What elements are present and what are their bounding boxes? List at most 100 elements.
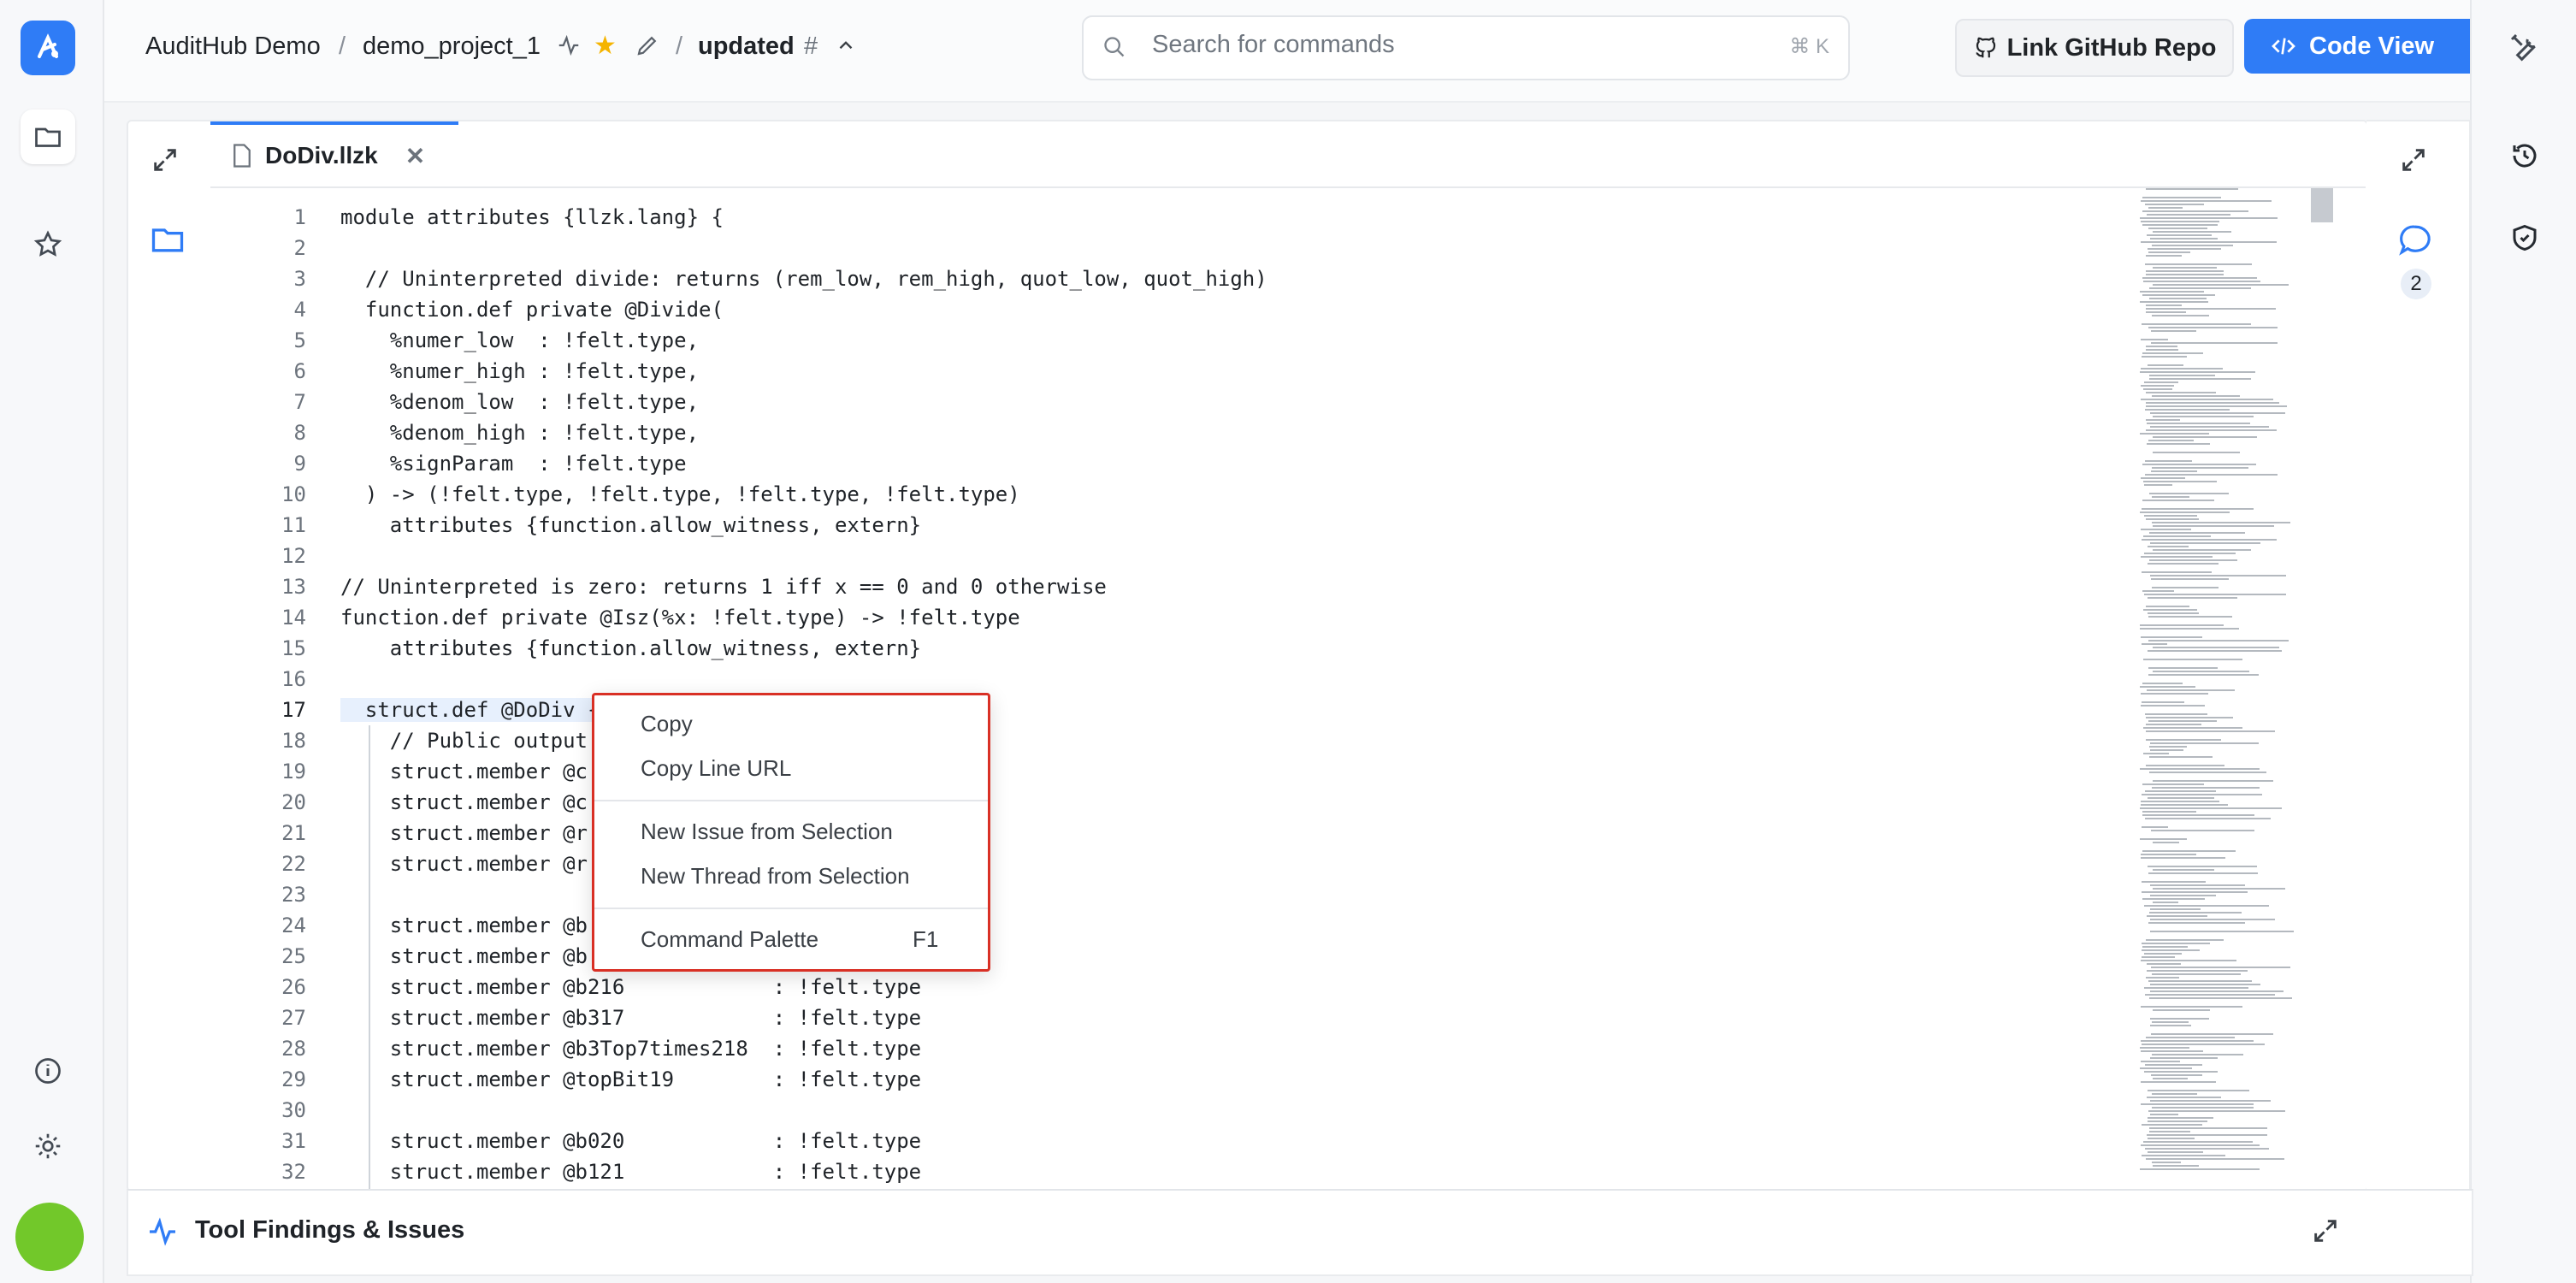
minimap-line bbox=[2145, 263, 2252, 265]
minimap-line bbox=[2141, 705, 2205, 707]
code-line[interactable]: 26 struct.member @b216 : !felt.type bbox=[210, 972, 921, 1002]
code-line[interactable]: 31 struct.member @b020 : !felt.type bbox=[210, 1126, 921, 1156]
minimap-line bbox=[2146, 346, 2177, 347]
minimap-line bbox=[2142, 352, 2203, 354]
minimap-line bbox=[2141, 693, 2208, 695]
command-search[interactable]: Search for commands ⌘ K bbox=[1082, 15, 1850, 80]
minimap-line bbox=[2151, 830, 2254, 831]
code-line[interactable]: 23 bbox=[210, 879, 340, 910]
minimap-line bbox=[2153, 888, 2285, 890]
code-line[interactable]: 28 struct.member @b3Top7times218 : !felt… bbox=[210, 1033, 921, 1064]
code-line[interactable]: 25 struct.member @b bbox=[210, 941, 588, 972]
minimap-scrollbar[interactable] bbox=[2311, 188, 2333, 222]
minimap-line bbox=[2144, 484, 2172, 486]
minimap-line bbox=[2142, 323, 2251, 325]
minimap-line bbox=[2146, 188, 2238, 190]
minimap-line bbox=[2147, 915, 2207, 917]
minimap-line bbox=[2153, 267, 2217, 269]
minimap-line bbox=[2140, 371, 2255, 373]
line-number: 4 bbox=[293, 298, 306, 322]
code-text: function.def private @Isz(%x: !felt.type… bbox=[340, 606, 1020, 630]
menu-new-issue[interactable]: New Issue from Selection bbox=[641, 819, 893, 845]
line-number: 9 bbox=[293, 452, 306, 476]
minimap-line bbox=[2152, 496, 2189, 498]
fullscreen-icon[interactable] bbox=[2399, 145, 2428, 179]
code-line[interactable]: 29 struct.member @topBit19 : !felt.type bbox=[210, 1064, 921, 1095]
code-line[interactable]: 15 attributes {function.allow_witness, e… bbox=[210, 633, 921, 664]
user-avatar[interactable] bbox=[15, 1203, 84, 1271]
code-line[interactable]: 4 function.def private @Divide( bbox=[210, 294, 724, 325]
code-line[interactable]: 3 // Uninterpreted divide: returns (rem_… bbox=[210, 263, 1267, 294]
info-icon[interactable] bbox=[21, 1044, 75, 1098]
history-icon[interactable] bbox=[2509, 140, 2540, 175]
settings-icon[interactable] bbox=[21, 1119, 75, 1174]
line-number: 28 bbox=[281, 1037, 306, 1061]
code-line[interactable]: 18 // Public output bbox=[210, 725, 588, 756]
menu-copy[interactable]: Copy bbox=[641, 711, 693, 737]
expand-icon[interactable] bbox=[151, 145, 180, 179]
breadcrumb-separator: / bbox=[339, 33, 346, 60]
favorites-nav-icon[interactable] bbox=[21, 217, 75, 272]
menu-command-palette[interactable]: Command Palette bbox=[641, 926, 818, 953]
star-icon[interactable]: ★ bbox=[594, 31, 617, 61]
code-line[interactable]: 8 %denom_high : !felt.type, bbox=[210, 417, 699, 448]
menu-new-thread[interactable]: New Thread from Selection bbox=[641, 863, 910, 890]
menu-copy-line-url[interactable]: Copy Line URL bbox=[641, 755, 791, 782]
minimap-line bbox=[2140, 1047, 2189, 1049]
line-number: 21 bbox=[281, 821, 306, 845]
minimap-line bbox=[2146, 405, 2287, 407]
code-line[interactable]: 7 %denom_low : !felt.type, bbox=[210, 387, 699, 417]
breadcrumb-project[interactable]: AuditHub Demo bbox=[145, 29, 321, 63]
code-line[interactable]: 24 struct.member @b bbox=[210, 910, 588, 941]
expand-findings-icon[interactable] bbox=[2311, 1216, 2340, 1245]
folder-icon[interactable] bbox=[149, 221, 186, 263]
close-tab-icon[interactable]: ✕ bbox=[405, 142, 425, 170]
minimap[interactable] bbox=[2136, 185, 2333, 1185]
code-line[interactable]: 10 ) -> (!felt.type, !felt.type, !felt.t… bbox=[210, 479, 1020, 510]
minimap-line bbox=[2149, 772, 2266, 773]
edit-icon[interactable] bbox=[635, 33, 660, 62]
line-number: 14 bbox=[281, 606, 306, 630]
code-line[interactable]: 14 function.def private @Isz(%x: !felt.ty… bbox=[210, 602, 1020, 633]
indent-guide bbox=[369, 725, 370, 1189]
minimap-line bbox=[2146, 717, 2233, 718]
minimap-line bbox=[2150, 1114, 2178, 1115]
minimap-line bbox=[2141, 801, 2219, 802]
code-line[interactable]: 32 struct.member @b121 : !felt.type bbox=[210, 1156, 921, 1187]
code-line[interactable]: 17 struct.def @DoDiv { bbox=[210, 695, 600, 725]
hash-icon[interactable]: # bbox=[804, 29, 818, 63]
code-editor[interactable]: 1 module attributes {llzk.lang} {2 3 // Un… bbox=[210, 188, 2366, 1189]
code-line[interactable]: 1 module attributes {llzk.lang} { bbox=[210, 202, 724, 233]
code-line[interactable]: 12 bbox=[210, 541, 340, 571]
chevron-up-icon[interactable] bbox=[835, 34, 857, 61]
code-line[interactable]: 16 bbox=[210, 664, 340, 695]
branch-name[interactable]: updated bbox=[698, 29, 795, 63]
minimap-line bbox=[2145, 474, 2278, 476]
minimap-line bbox=[2149, 746, 2187, 748]
code-line[interactable]: 30 bbox=[210, 1095, 340, 1126]
breadcrumb-repo[interactable]: demo_project_1 bbox=[363, 29, 541, 63]
editor-panel: DoDiv.llzk ✕ 1 module attributes {llzk.la… bbox=[127, 120, 2368, 1192]
minimap-line bbox=[2142, 277, 2257, 279]
code-line[interactable]: 11 attributes {function.allow_witness, e… bbox=[210, 510, 921, 541]
files-nav-icon[interactable] bbox=[21, 109, 75, 164]
minimap-line bbox=[2150, 238, 2218, 239]
shield-icon[interactable] bbox=[2509, 222, 2540, 257]
link-github-button[interactable]: Link GitHub Repo bbox=[1955, 19, 2234, 77]
tools-icon[interactable] bbox=[2508, 31, 2542, 69]
activity-icon[interactable] bbox=[556, 33, 582, 62]
comments-icon[interactable] bbox=[2397, 222, 2433, 263]
minimap-line bbox=[2146, 311, 2186, 313]
minimap-line bbox=[2152, 973, 2241, 975]
code-line[interactable]: 9 %signParam : !felt.type bbox=[210, 448, 687, 479]
code-line[interactable]: 27 struct.member @b317 : !felt.type bbox=[210, 1002, 921, 1033]
code-line[interactable]: 5 %numer_low : !felt.type, bbox=[210, 325, 699, 356]
minimap-line bbox=[2150, 542, 2260, 544]
code-line[interactable]: 6 %numer_high : !felt.type, bbox=[210, 356, 699, 387]
code-line[interactable]: 13 // Uninterpreted is zero: returns 1 if… bbox=[210, 571, 1107, 602]
minimap-line bbox=[2142, 539, 2277, 541]
tool-findings-panel[interactable]: Tool Findings & Issues bbox=[127, 1189, 2473, 1276]
tab-dodiv[interactable]: DoDiv.llzk ✕ bbox=[210, 121, 458, 186]
app-logo[interactable] bbox=[21, 21, 75, 75]
code-line[interactable]: 2 bbox=[210, 233, 340, 263]
